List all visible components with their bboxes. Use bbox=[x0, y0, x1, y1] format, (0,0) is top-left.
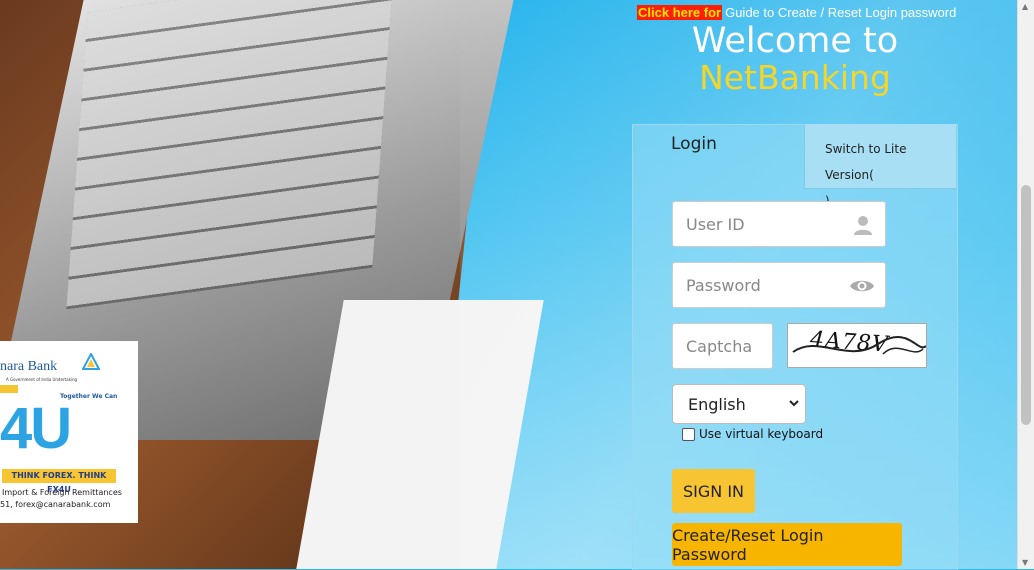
scroll-down-icon[interactable]: ▼ bbox=[1022, 558, 1028, 567]
virtual-keyboard-option[interactable]: Use virtual keyboard bbox=[682, 427, 823, 441]
userid-field[interactable] bbox=[672, 201, 886, 247]
tab-lite-label: Switch to Lite Version( bbox=[825, 142, 907, 182]
captcha-noise bbox=[792, 336, 926, 355]
forex-advertisement[interactable]: nara Bank A Government of India Undertak… bbox=[0, 341, 138, 523]
password-input[interactable] bbox=[684, 274, 828, 296]
language-select[interactable]: English bbox=[672, 384, 806, 424]
tab-switch-lite[interactable]: Switch to Lite Version( ) bbox=[804, 124, 956, 208]
virtual-keyboard-checkbox[interactable] bbox=[682, 427, 695, 441]
captcha-field[interactable] bbox=[672, 323, 773, 369]
welcome-heading: Welcome to bbox=[691, 21, 899, 61]
page-scrollbar[interactable]: ▲ ▼ bbox=[1017, 0, 1034, 569]
ad-slogan: THINK FOREX. THINK FX4U bbox=[2, 469, 116, 494]
ad-tag bbox=[0, 385, 18, 393]
netbanking-heading: NetBanking bbox=[699, 58, 891, 97]
create-reset-password-button[interactable]: Create/Reset Login Password bbox=[672, 523, 902, 566]
captcha-input[interactable] bbox=[684, 335, 773, 357]
user-icon bbox=[854, 216, 872, 235]
ad-big-text: 4U bbox=[0, 396, 72, 461]
captcha-image: 4A78V bbox=[787, 323, 927, 368]
scroll-up-icon[interactable]: ▲ bbox=[1022, 2, 1028, 11]
signin-button[interactable]: SIGN IN bbox=[672, 469, 755, 513]
click-here-link[interactable]: Click here for bbox=[637, 5, 723, 20]
ad-line1: Import & Foreign Remittances bbox=[2, 488, 122, 497]
userid-input[interactable] bbox=[684, 213, 828, 235]
eye-icon[interactable] bbox=[849, 278, 875, 294]
guide-link-row: Click here for Guide to Create / Reset Lo… bbox=[637, 5, 956, 20]
tab-login[interactable]: Login bbox=[638, 134, 791, 154]
language-selected: English bbox=[688, 394, 746, 414]
ad-line2: 51, forex@canarabank.com bbox=[0, 500, 111, 509]
virtual-keyboard-label: Use virtual keyboard bbox=[699, 427, 824, 441]
background-keyboard bbox=[66, 0, 394, 310]
canara-logo-icon bbox=[82, 353, 100, 370]
guide-text: Guide to Create / Reset Login password bbox=[725, 5, 957, 20]
ad-bank-name: nara Bank bbox=[0, 359, 58, 374]
password-field[interactable] bbox=[672, 262, 886, 308]
ad-govt-line: A Government of India Undertaking bbox=[6, 377, 78, 382]
scrollbar-thumb[interactable] bbox=[1021, 185, 1031, 425]
chevron-down-icon bbox=[789, 400, 799, 407]
